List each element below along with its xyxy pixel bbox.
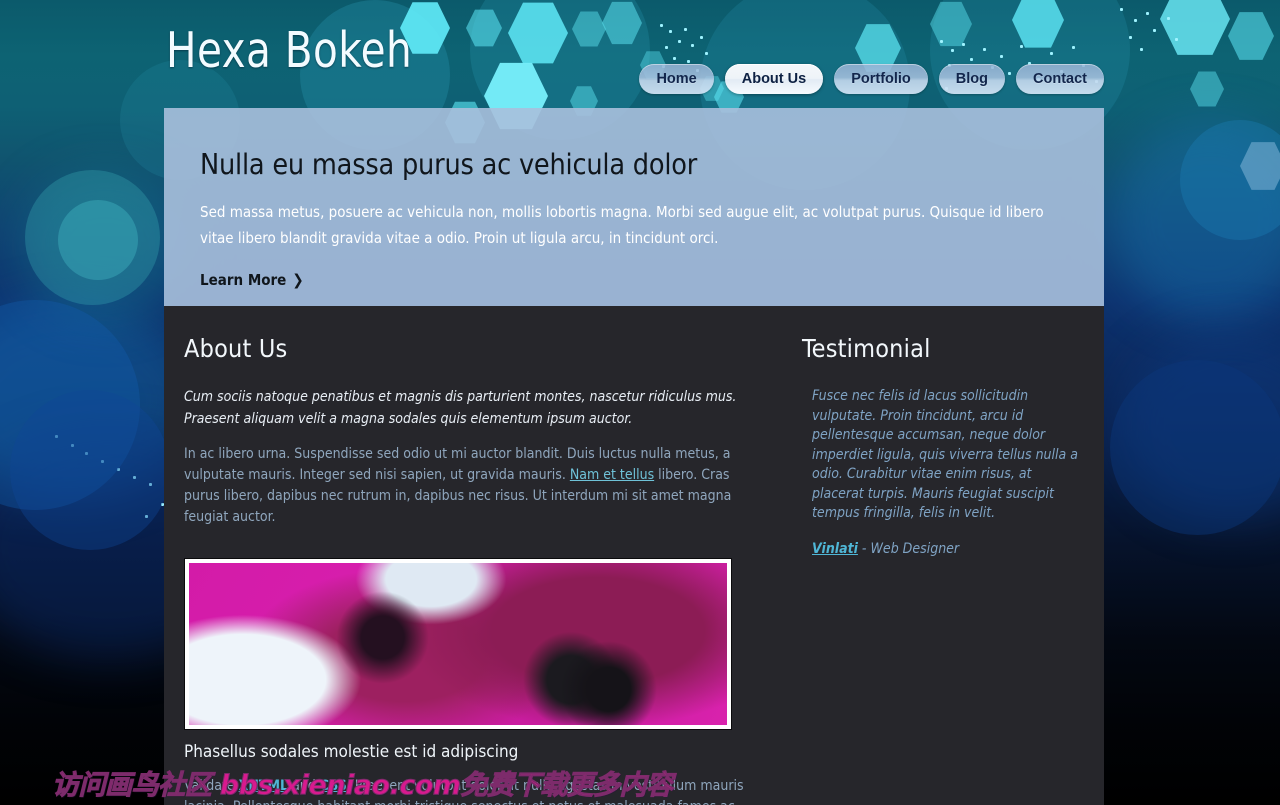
bokeh-hexagon xyxy=(1160,0,1230,55)
bokeh-circle xyxy=(10,390,170,550)
about-intro: Cum sociis natoque penatibus et magnis d… xyxy=(184,389,737,427)
about-heading: About Us xyxy=(184,334,288,363)
site-header: Hexa Bokeh Home About Us Portfolio Blog … xyxy=(164,0,1104,108)
main-column: About Us Cum sociis natoque penatibus et… xyxy=(164,306,784,805)
nav-item-contact[interactable]: Contact xyxy=(1016,64,1104,94)
footer-mid: and xyxy=(288,778,320,794)
testimonial-role: - Web Designer xyxy=(857,540,960,557)
nav-item-home[interactable]: Home xyxy=(639,64,714,94)
hero-banner: Nulla eu massa purus ac vehicula dolor S… xyxy=(164,108,1104,306)
testimonial-author-link[interactable]: Vinlati xyxy=(812,541,858,557)
footer-pre: Validate xyxy=(184,778,239,794)
about-body: In ac libero urna. Suspendisse sed odio … xyxy=(184,444,754,528)
bokeh-circle xyxy=(58,200,138,280)
chevron-right-icon: ❯ xyxy=(292,271,304,289)
bokeh-hexagon xyxy=(1228,12,1274,60)
article-heading: Phasellus sodales molestie est id adipis… xyxy=(184,742,519,762)
article-image-frame xyxy=(184,558,732,730)
css-link[interactable]: CSS xyxy=(320,778,347,794)
testimonial-heading: Testimonial xyxy=(802,334,931,363)
testimonial-attribution: Vinlati - Web Designer xyxy=(812,541,1082,557)
site-title: Hexa Bokeh xyxy=(166,22,413,79)
content-area: About Us Cum sociis natoque penatibus et… xyxy=(164,306,1104,805)
nav-item-blog[interactable]: Blog xyxy=(938,64,1006,94)
bokeh-circle xyxy=(1110,360,1280,535)
learn-more-label: Learn More xyxy=(200,271,287,289)
nav-item-about-us[interactable]: About Us xyxy=(724,64,824,94)
learn-more-link[interactable]: Learn More ❯ xyxy=(200,271,304,289)
hero-title: Nulla eu massa purus ac vehicula dolor xyxy=(200,148,698,181)
main-navigation: Home About Us Portfolio Blog Contact xyxy=(639,64,1104,94)
article-body: Validate XHTML and CSS. Praesent volutpa… xyxy=(184,776,754,805)
sidebar-column: Testimonial Fusce nec felis id lacus sol… xyxy=(784,306,1104,805)
bokeh-hexagon xyxy=(1190,71,1224,107)
testimonial-quote: Fusce nec felis id lacus sollicitudin vu… xyxy=(812,388,1078,521)
xhtml-link[interactable]: XHTML xyxy=(239,778,288,794)
nam-et-tellus-link[interactable]: Nam et tellus xyxy=(570,467,654,483)
hero-description: Sed massa metus, posuere ac vehicula non… xyxy=(200,203,1044,247)
nav-item-portfolio[interactable]: Portfolio xyxy=(834,64,928,94)
flower-photo xyxy=(189,563,727,725)
